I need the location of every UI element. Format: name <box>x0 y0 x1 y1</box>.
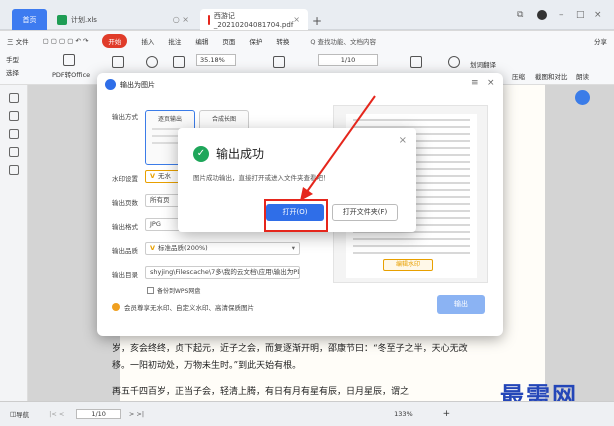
menu-start[interactable]: 开始 <box>102 33 128 48</box>
thumbnail-icon[interactable] <box>9 111 19 121</box>
close-tab-icon[interactable]: ○ × <box>173 15 189 24</box>
comment-icon[interactable] <box>9 129 19 139</box>
layout-icon[interactable]: ⧉ <box>517 10 523 20</box>
close-tab-icon[interactable]: × <box>293 15 300 24</box>
menu-icon[interactable]: ≡ <box>471 78 479 88</box>
left-rail <box>0 85 28 401</box>
status-zoom[interactable]: 133% <box>394 410 413 418</box>
read-aloud-button[interactable]: 朗读 <box>576 71 589 81</box>
compress-button[interactable]: 压缩 <box>512 71 525 81</box>
quality-label: 输出品质 <box>112 247 138 255</box>
menu-bar: 三 文件 ▢ ▢ ▢ ▢ ↶ ↷ 开始 插入 批注 编辑 页面 保护 转换 Q … <box>0 31 614 50</box>
columns-icon[interactable] <box>410 56 422 68</box>
backup-checkbox-row[interactable]: 备份到WPS网盘 <box>147 286 200 295</box>
check-icon: ✓ <box>193 146 209 162</box>
night-mode-icon[interactable] <box>448 56 460 68</box>
zoom-input[interactable]: 35.18% <box>196 54 236 66</box>
watermark-value: 无水 <box>158 172 172 180</box>
success-message: 图片成功输出，直接打开或进入文件夹查看吧！ <box>193 174 330 182</box>
export-button[interactable]: 输出 <box>437 295 485 314</box>
page-icon[interactable] <box>112 56 124 68</box>
search-box[interactable]: Q 查找功能、文档内容 <box>310 36 376 46</box>
open-button-highlight <box>264 199 328 232</box>
hand-tool[interactable]: 手型 <box>6 54 19 64</box>
watermark-label: 水印设置 <box>112 175 138 183</box>
close-window-icon[interactable]: × <box>594 10 602 20</box>
dialog-title-bar: 输出为图片 <box>105 79 155 90</box>
status-bar: ◫ 导航 |< < 1/10 > >| 133% + <box>0 401 614 426</box>
menu-protect[interactable]: 保护 <box>249 36 262 46</box>
tab-bar: 首页 计划.xls ○ × 西游记_20210204081704.pdf × +… <box>0 0 614 30</box>
doc-line: 移。一阳初动处，万物未生时。”到此天始有根。 <box>112 361 302 371</box>
play-icon[interactable] <box>146 56 158 68</box>
menu-convert[interactable]: 转换 <box>276 36 289 46</box>
attachment-icon[interactable] <box>9 147 19 157</box>
translate-button[interactable]: 划词翻译 <box>470 59 496 69</box>
tab-home[interactable]: 首页 <box>12 9 47 30</box>
rotate-icon[interactable] <box>273 56 285 68</box>
status-page-input[interactable]: 1/10 <box>76 409 121 419</box>
backup-label: 备份到WPS网盘 <box>157 288 201 295</box>
format-label: 输出方式 <box>112 113 138 121</box>
nav-label[interactable]: 导航 <box>16 409 29 419</box>
popup-close-icon[interactable]: × <box>399 135 407 146</box>
next-page-icon[interactable]: > >| <box>129 410 144 418</box>
minimize-icon[interactable]: – <box>559 10 564 20</box>
prev-page-icon[interactable]: |< < <box>49 410 64 418</box>
pages-label: 输出页数 <box>112 199 138 207</box>
file-format-label: 输出格式 <box>112 223 138 231</box>
doc-line: 再五千四百岁，正当子会，轻清上腾，有日有月有星有辰，日月星辰，谓之 <box>112 387 410 397</box>
tab-xls-label: 计划.xls <box>71 15 97 24</box>
menu-page[interactable]: 页面 <box>222 36 235 46</box>
book-icon[interactable] <box>173 56 185 68</box>
menu-file[interactable]: 三 文件 <box>7 36 29 46</box>
directory-input[interactable]: shyjing\Filescache\7多\我的云文档\应用\输出为PDF\ <box>145 266 300 279</box>
bookmark-icon[interactable] <box>9 93 19 103</box>
edit-watermark-button[interactable]: 编辑水印 <box>383 259 433 271</box>
open-folder-button[interactable]: 打开文件夹(F) <box>332 204 398 221</box>
spreadsheet-icon <box>57 14 67 25</box>
backup-checkbox[interactable] <box>147 287 154 294</box>
share-button[interactable]: 分享 <box>594 36 607 46</box>
per-page-label: 逐页输出 <box>157 116 182 123</box>
select-tool[interactable]: 选择 <box>6 67 19 77</box>
long-image-label: 合成长图 <box>211 116 236 123</box>
directory-value: shyjing\Filescache\7多\我的云文档\应用\输出为PDF\ <box>150 268 300 276</box>
tab-pdf-label: 西游记_20210204081704.pdf <box>213 11 294 29</box>
menu-insert[interactable]: 插入 <box>141 36 154 46</box>
vip-note-text: 会员尊享无水印、自定义水印、高清保质图片 <box>124 304 254 312</box>
wps-logo-icon <box>105 79 116 90</box>
assistant-icon[interactable] <box>575 90 590 105</box>
menu-annotate[interactable]: 批注 <box>168 36 181 46</box>
tab-pdf[interactable]: 西游记_20210204081704.pdf × <box>200 9 308 30</box>
quick-tools[interactable]: ▢ ▢ ▢ ▢ ↶ ↷ <box>43 37 89 45</box>
pdf-to-office-icon[interactable] <box>63 54 75 66</box>
screenshot-compare-button[interactable]: 截图和对比 <box>535 71 568 81</box>
page-input[interactable]: 1/10 <box>318 54 378 66</box>
dialog-close-icon[interactable]: × <box>487 78 495 88</box>
pdf-icon <box>208 14 210 25</box>
new-tab-button[interactable]: + <box>312 14 322 28</box>
pdf-to-office-label: PDF转Office <box>52 71 91 79</box>
vip-icon <box>112 303 120 311</box>
dialog-title: 输出为图片 <box>120 80 155 89</box>
signature-icon[interactable] <box>9 165 19 175</box>
zoom-in-icon[interactable]: + <box>443 409 451 419</box>
quality-select[interactable]: V 标准品质(200%) ▾ <box>145 242 300 255</box>
menu-edit[interactable]: 编辑 <box>195 36 208 46</box>
quality-value: 标准品质(200%) <box>158 244 208 252</box>
directory-label: 输出目录 <box>112 271 138 279</box>
doc-line: 岁，亥会终终，贞下起元，近子之会，而复逐渐开明，邵康节曰：“冬至子之半，天心无改 <box>112 344 468 354</box>
tab-xls[interactable]: 计划.xls ○ × <box>49 9 197 30</box>
maximize-icon[interactable]: □ <box>576 10 585 20</box>
chevron-down-icon: ▾ <box>291 244 295 252</box>
browse-button[interactable]: ··· <box>287 267 294 275</box>
success-title: 输出成功 <box>216 147 265 161</box>
vip-note: 会员尊享无水印、自定义水印、高清保质图片 <box>112 302 254 312</box>
avatar[interactable] <box>537 10 547 20</box>
